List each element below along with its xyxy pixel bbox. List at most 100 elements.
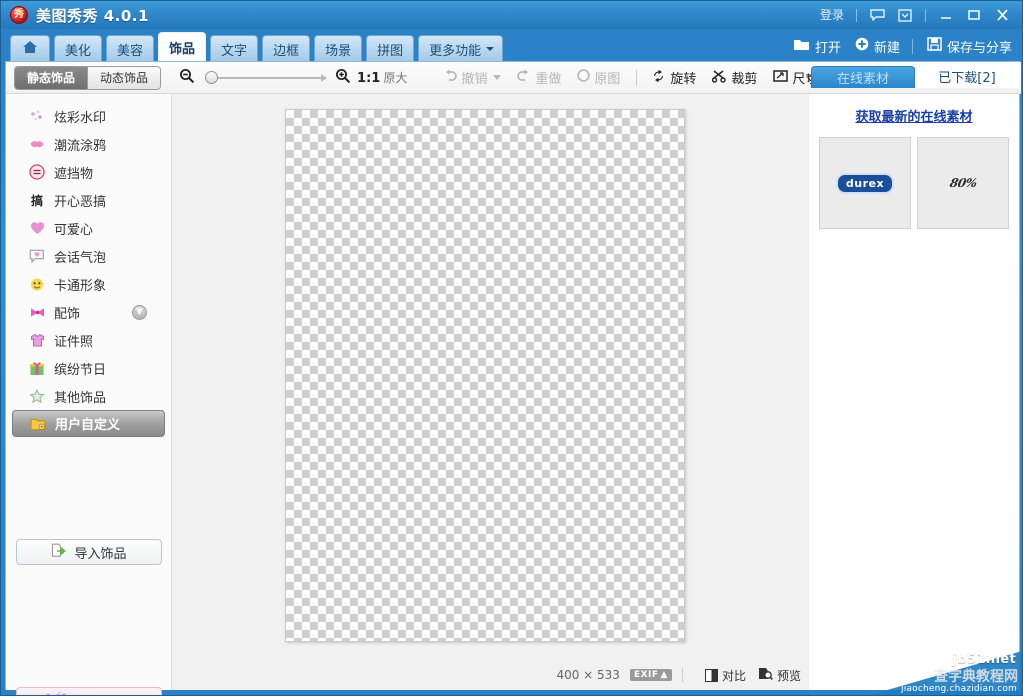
chevron-down-icon[interactable] bbox=[493, 75, 502, 80]
chevron-up-icon: ▲ bbox=[660, 670, 668, 680]
undo-button[interactable]: 撤销 bbox=[443, 68, 502, 87]
sidebar-item-id-photo[interactable]: 证件照 bbox=[12, 326, 165, 354]
zoom-slider-handle[interactable] bbox=[205, 71, 219, 84]
compare-icon bbox=[704, 668, 718, 682]
image-dimensions: 400 × 533 bbox=[556, 668, 620, 682]
zoom-control: 1:1 原大 bbox=[179, 68, 407, 87]
chevron-down-icon bbox=[486, 47, 495, 51]
zoom-ratio[interactable]: 1:1 原大 bbox=[357, 69, 407, 86]
new-button[interactable]: 新建 bbox=[855, 37, 900, 56]
get-latest-materials-link[interactable]: 获取最新的在线素材 bbox=[809, 94, 1019, 125]
app-title: 美图秀秀 4.0.1 bbox=[36, 6, 149, 25]
toolbar-divider bbox=[636, 69, 638, 86]
sidebar-item-festival[interactable]: 缤纷节日 bbox=[12, 354, 165, 382]
save-icon bbox=[927, 37, 942, 55]
sidebar-item-accessories[interactable]: 配饰 ▼ bbox=[12, 298, 165, 326]
tab-more-functions-label: 更多功能 bbox=[429, 43, 482, 59]
sidebar-item-label: 证件照 bbox=[54, 334, 94, 350]
preview-button-label: 预览 bbox=[776, 668, 801, 683]
sidebar-item-cartoon-character[interactable]: 卡通形象 bbox=[12, 270, 165, 298]
title-bar: 秀 美图秀秀 4.0.1 登录 bbox=[1, 1, 1022, 29]
tab-text[interactable]: 文字 bbox=[210, 35, 259, 62]
tab-border[interactable]: 边框 bbox=[262, 35, 311, 62]
exif-badge[interactable]: EXIF ▲ bbox=[629, 669, 672, 681]
save-share-button[interactable]: 保存与分享 bbox=[927, 37, 1012, 56]
decoration-tutorial-button[interactable]: 饰品教程 bbox=[16, 687, 162, 696]
sidebar-item-funny-prank[interactable]: 搞 开心恶搞 bbox=[12, 186, 165, 214]
tab-online-materials[interactable]: 在线素材 bbox=[811, 66, 915, 88]
tab-home[interactable] bbox=[10, 35, 50, 62]
redo-button[interactable]: 重做 bbox=[517, 68, 561, 87]
sidebar-item-user-custom[interactable]: 用户自定义 bbox=[12, 410, 165, 437]
sidebar-item-glitter-watermark[interactable]: 炫彩水印 bbox=[12, 102, 165, 130]
sidebar-item-label: 会话气泡 bbox=[54, 250, 107, 266]
sidebar-item-label: 卡通形象 bbox=[54, 278, 107, 294]
status-divider bbox=[681, 668, 683, 682]
decoration-tutorial-button-label: 饰品教程 bbox=[81, 692, 133, 696]
material-thumbnail[interactable]: durex bbox=[819, 137, 911, 229]
preview-button[interactable]: 预览 bbox=[758, 667, 801, 684]
sidebar-item-label: 可爱心 bbox=[54, 222, 94, 238]
decoration-category-sidebar: 炫彩水印 潮流涂鸦 遮挡物 搞 开心恶搞 可爱心 会话气泡 卡通形象 配饰 ▼ … bbox=[6, 94, 172, 695]
import-decoration-button[interactable]: 导入饰品 bbox=[16, 539, 162, 565]
material-panel-tabs: 在线素材 已下载[2] bbox=[809, 62, 1019, 88]
star-icon bbox=[28, 387, 46, 405]
crop-icon bbox=[712, 69, 727, 87]
zoom-slider[interactable] bbox=[203, 71, 328, 85]
chevron-down-expand-icon[interactable]: ▼ bbox=[132, 304, 147, 320]
chat-icon[interactable] bbox=[867, 7, 887, 24]
tab-decorations[interactable]: 饰品 bbox=[158, 32, 207, 62]
heart-icon bbox=[28, 219, 46, 237]
titlebar-divider-1 bbox=[856, 8, 857, 22]
durex-sticker-label: durex bbox=[835, 172, 895, 194]
sidebar-item-trendy-graffiti[interactable]: 潮流涂鸦 bbox=[12, 130, 165, 158]
login-button[interactable]: 登录 bbox=[814, 5, 850, 25]
sparkle-icon bbox=[28, 107, 46, 125]
segment-static-decorations[interactable]: 静态饰品 bbox=[15, 66, 88, 89]
zoom-ratio-value: 1:1 bbox=[357, 71, 381, 86]
minimize-icon[interactable] bbox=[932, 4, 960, 26]
tab-scene[interactable]: 场景 bbox=[314, 35, 363, 62]
zoom-out-icon[interactable] bbox=[179, 68, 195, 87]
sidebar-item-cute-heart[interactable]: 可爱心 bbox=[12, 214, 165, 242]
home-icon bbox=[22, 40, 38, 58]
sidebar-item-speech-bubble[interactable]: 会话气泡 bbox=[12, 242, 165, 270]
tab-downloaded-materials[interactable]: 已下载[2] bbox=[915, 64, 1019, 88]
tab-retouch[interactable]: 美容 bbox=[106, 35, 155, 62]
material-thumbnail-grid: durex 80% bbox=[819, 137, 1009, 229]
resize-icon bbox=[773, 69, 789, 87]
segment-animated-decorations[interactable]: 动态饰品 bbox=[87, 66, 161, 89]
maximize-icon[interactable] bbox=[960, 4, 988, 26]
close-icon[interactable] bbox=[988, 4, 1016, 26]
speech-bubble-icon bbox=[28, 247, 46, 265]
sidebar-item-label: 缤纷节日 bbox=[54, 362, 107, 378]
tab-beautify[interactable]: 美化 bbox=[54, 35, 103, 62]
message-icon[interactable] bbox=[895, 7, 915, 24]
open-button[interactable]: 打开 bbox=[793, 37, 841, 56]
sidebar-item-label: 遮挡物 bbox=[54, 166, 94, 182]
exif-badge-label: EXIF bbox=[633, 670, 659, 680]
redo-button-label: 重做 bbox=[535, 72, 562, 87]
zoom-ratio-label: 原大 bbox=[383, 71, 408, 85]
sidebar-item-mask[interactable]: 遮挡物 bbox=[12, 158, 165, 186]
original-image-button[interactable]: 原图 bbox=[577, 68, 620, 87]
header-actions: 打开 新建 保存与分享 bbox=[779, 33, 1012, 59]
zoom-in-icon[interactable] bbox=[335, 68, 351, 87]
rotate-button-label: 旋转 bbox=[670, 72, 697, 87]
original-image-button-label: 原图 bbox=[594, 72, 621, 87]
app-logo-icon: 秀 bbox=[10, 6, 28, 24]
edit-tools: 撤销 重做 原图 旋转 裁剪 尺寸 bbox=[443, 68, 834, 87]
undo-icon bbox=[443, 69, 458, 86]
material-thumbnail[interactable]: 80% bbox=[917, 137, 1009, 229]
rotate-button[interactable]: 旋转 bbox=[651, 68, 696, 87]
tab-more-functions[interactable]: 更多功能 bbox=[418, 35, 504, 62]
sidebar-item-other-decorations[interactable]: 其他饰品 bbox=[12, 382, 165, 410]
tab-collage[interactable]: 拼图 bbox=[366, 35, 415, 62]
image-canvas[interactable] bbox=[285, 109, 685, 642]
sidebar-item-label: 配饰 bbox=[54, 306, 81, 322]
plus-circle-icon bbox=[855, 37, 869, 55]
compare-button[interactable]: 对比 bbox=[704, 667, 746, 684]
redo-icon bbox=[517, 69, 531, 86]
folder-icon bbox=[793, 37, 810, 55]
crop-button[interactable]: 裁剪 bbox=[712, 68, 757, 87]
